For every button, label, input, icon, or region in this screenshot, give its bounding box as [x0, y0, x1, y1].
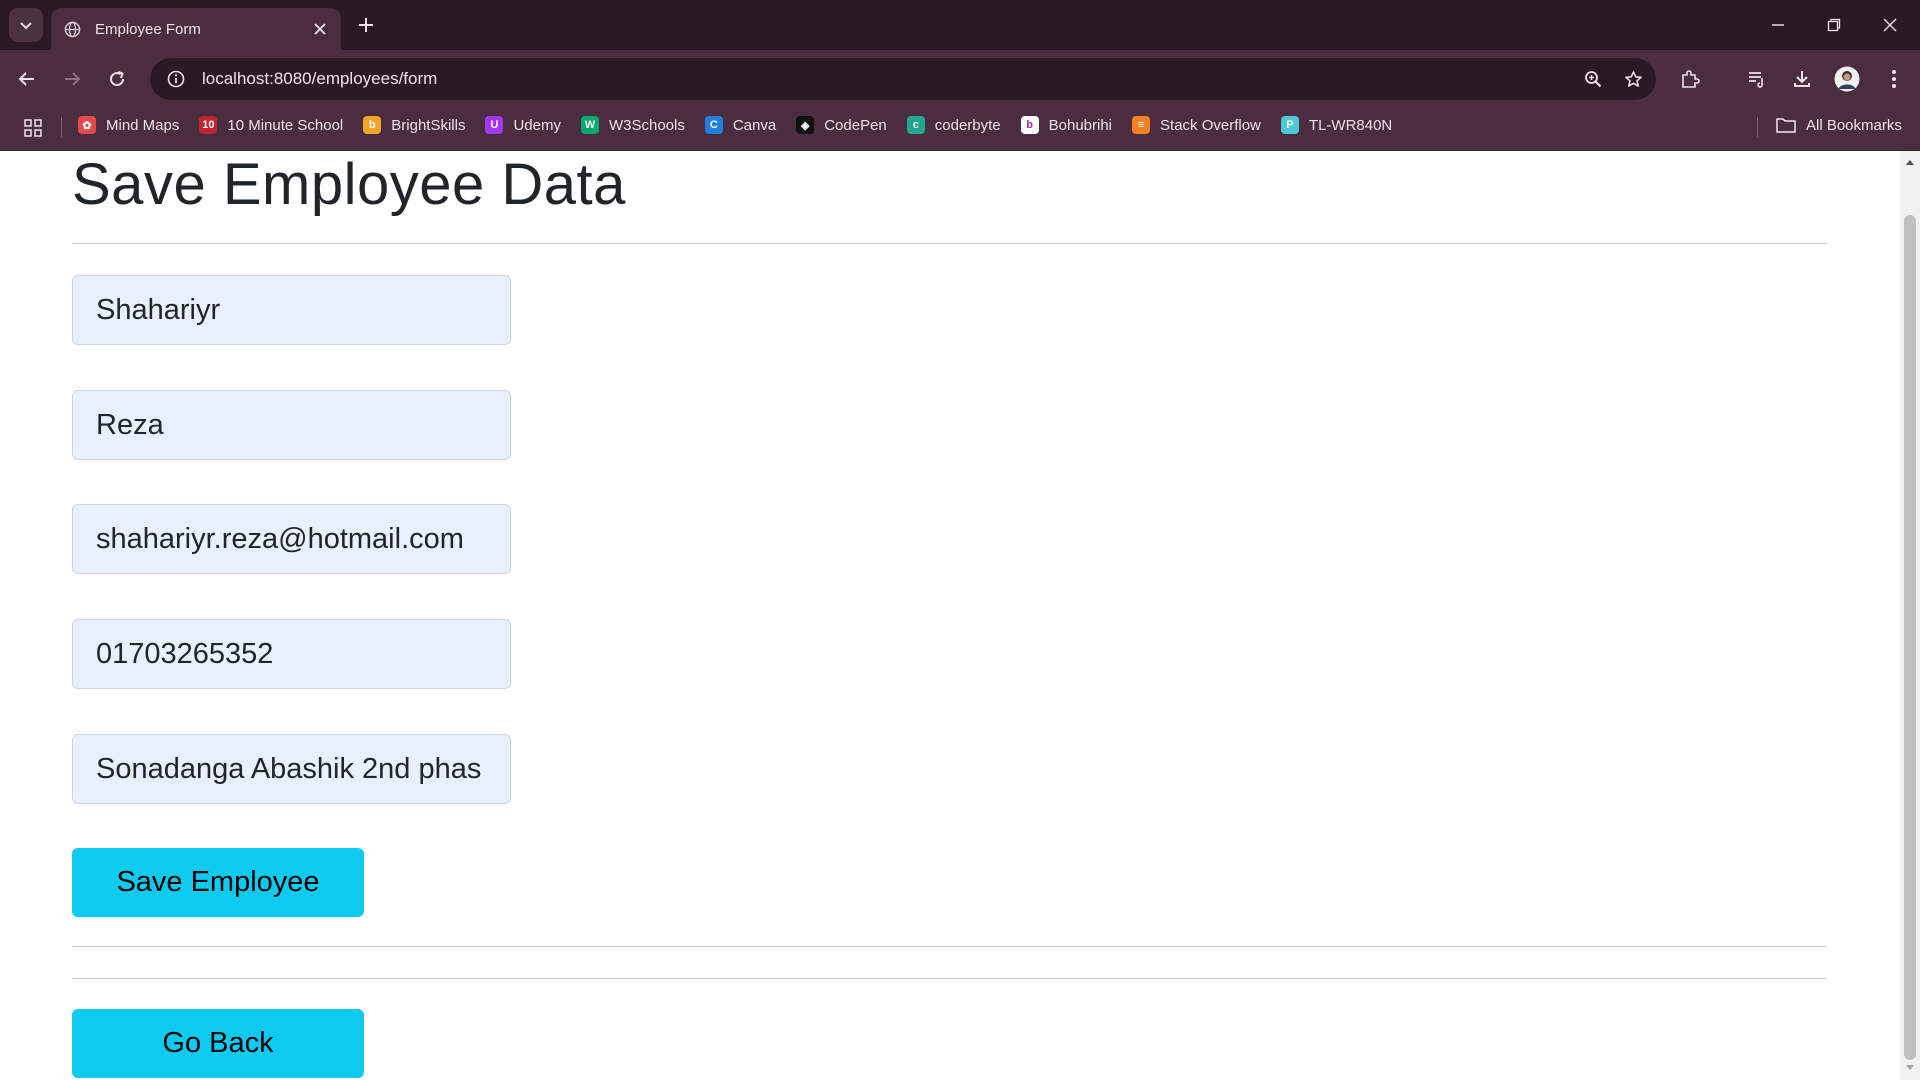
scroll-up-arrow-icon[interactable] [1900, 155, 1920, 169]
active-tab[interactable]: Employee Form [51, 8, 341, 50]
bookmark-favicon-icon: U [485, 116, 504, 134]
first-name-field[interactable]: Shahariyr [72, 275, 511, 345]
plus-icon [359, 18, 373, 32]
bookmark-label: TL-WR840N [1308, 116, 1393, 134]
bookmark-label: W3Schools [608, 116, 685, 134]
zoom-icon[interactable] [1576, 62, 1610, 96]
tab-strip: Employee Form [0, 0, 1920, 50]
close-icon [1883, 18, 1897, 32]
bookmarks-divider [1757, 117, 1758, 137]
all-bookmarks-button[interactable]: All Bookmarks [1776, 112, 1902, 138]
bookmark-list: ✿ Mind Maps 10 10 Minute School b BrightSkill… [78, 112, 1412, 138]
media-controls-icon[interactable] [1740, 62, 1774, 96]
scrollbar-thumb[interactable] [1904, 215, 1916, 1060]
url-text[interactable]: localhost:8080/employees/form [202, 69, 1576, 89]
download-icon[interactable] [1785, 62, 1819, 96]
site-info-icon[interactable] [156, 62, 196, 96]
back-button[interactable] [10, 62, 44, 96]
go-back-button[interactable]: Go Back [72, 1009, 364, 1078]
bookmark-item[interactable]: ≡ Stack Overflow [1132, 112, 1261, 138]
bookmark-favicon-icon: ✿ [78, 116, 96, 134]
bookmark-label: Stack Overflow [1160, 116, 1261, 134]
bookmark-item[interactable]: W W3Schools [580, 112, 685, 138]
menu-icon[interactable] [1877, 62, 1911, 96]
bookmark-item[interactable]: c coderbyte [906, 112, 1001, 138]
divider [72, 946, 1827, 947]
bookmark-label: coderbyte [934, 116, 1001, 134]
reload-icon [110, 71, 125, 87]
arrow-right-icon [65, 72, 81, 86]
page-content: Save Employee Data Shahariyr Reza shahar… [0, 151, 1900, 1080]
folder-icon [1776, 118, 1796, 133]
bookmark-favicon-icon: 10 [199, 116, 218, 134]
restore-icon [1827, 18, 1841, 32]
tab-search-button[interactable] [9, 8, 43, 42]
email-field[interactable]: shahariyr.reza@hotmail.com [72, 504, 511, 574]
tab-title: Employee Form [95, 20, 201, 38]
bookmark-item[interactable]: 10 10 Minute School [199, 112, 343, 138]
profile-avatar[interactable] [1830, 62, 1864, 96]
bookmark-favicon-icon: P [1280, 116, 1299, 134]
globe-icon [63, 20, 81, 38]
address-bar[interactable]: localhost:8080/employees/form [150, 58, 1656, 100]
bookmark-favicon-icon: C [704, 116, 723, 134]
reload-button[interactable] [100, 62, 134, 96]
bookmark-favicon-icon: c [906, 116, 925, 134]
bookmark-label: CodePen [824, 116, 887, 134]
new-tab-button[interactable] [352, 11, 380, 39]
arrow-left-icon [18, 72, 34, 86]
bookmark-favicon-icon: ◈ [796, 116, 815, 134]
address-field[interactable]: Sonadanga Abashik 2nd phas [72, 734, 511, 804]
bookmark-label: Bohubrihi [1048, 116, 1113, 134]
save-employee-button[interactable]: Save Employee [72, 848, 364, 917]
apps-grid-icon[interactable] [20, 115, 46, 141]
bookmark-favicon-icon: b [1020, 116, 1039, 134]
bookmark-label: BrightSkills [391, 116, 466, 134]
bookmark-favicon-icon: b [363, 116, 382, 134]
divider [72, 243, 1827, 244]
bookmark-item[interactable]: C Canva [704, 112, 777, 138]
bookmark-label: Canva [732, 116, 777, 134]
vertical-scrollbar[interactable] [1900, 151, 1920, 1080]
last-name-field[interactable]: Reza [72, 390, 511, 460]
minimize-button[interactable] [1750, 0, 1806, 50]
bookmark-star-icon[interactable] [1616, 62, 1650, 96]
close-window-button[interactable] [1862, 0, 1918, 50]
bookmark-favicon-icon: W [580, 116, 599, 134]
restore-button[interactable] [1806, 0, 1862, 50]
forward-button[interactable] [55, 62, 89, 96]
bookmark-label: 10 Minute School [227, 116, 344, 134]
bookmarks-divider [61, 117, 62, 137]
minimize-icon [1772, 24, 1784, 26]
scroll-down-arrow-icon[interactable] [1900, 1061, 1920, 1075]
all-bookmarks-label: All Bookmarks [1806, 116, 1902, 134]
bookmark-item[interactable]: U Udemy [485, 112, 561, 138]
bookmark-item[interactable]: b Bohubrihi [1020, 112, 1113, 138]
page-title: Save Employee Data [72, 152, 626, 217]
bookmark-item[interactable]: ✿ Mind Maps [78, 112, 179, 138]
close-tab-icon[interactable] [307, 16, 333, 42]
extensions-icon[interactable] [1673, 62, 1707, 96]
bookmark-item[interactable]: b BrightSkills [363, 112, 465, 138]
bookmark-favicon-icon: ≡ [1132, 116, 1151, 134]
phone-field[interactable]: 01703265352 [72, 619, 511, 689]
bookmark-label: Udemy [513, 116, 561, 134]
bookmark-label: Mind Maps [106, 116, 180, 134]
bookmark-item[interactable]: ◈ CodePen [796, 112, 887, 138]
bookmark-item[interactable]: P TL-WR840N [1280, 112, 1393, 138]
divider [72, 978, 1827, 979]
chevron-down-icon [20, 22, 32, 30]
